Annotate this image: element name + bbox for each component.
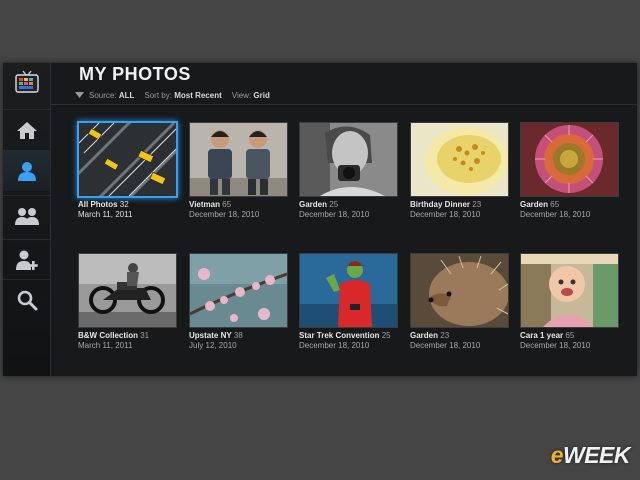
sidebar-item-add-friend[interactable] (3, 239, 50, 280)
album-thumbnail (410, 122, 509, 197)
sidebar-item-friends[interactable] (3, 195, 50, 236)
add-user-icon (15, 250, 38, 270)
album-date: March 11, 2011 (78, 210, 133, 219)
album-title: All Photos 32 (78, 200, 129, 209)
album-tile[interactable]: Cara 1 year 65 December 18, 2010 (519, 253, 622, 363)
album-title: Vietman 65 (189, 200, 232, 209)
album-title: Upstate NY 38 (189, 331, 243, 340)
album-tile[interactable]: Garden 25 December 18, 2010 (298, 122, 401, 232)
album-thumbnail (520, 253, 619, 328)
home-icon (16, 122, 37, 139)
album-date: December 18, 2010 (410, 341, 481, 350)
album-title: Garden 65 (520, 200, 560, 209)
album-date: December 18, 2010 (520, 341, 591, 350)
album-thumbnail (189, 253, 288, 328)
dropdown-arrow-icon[interactable] (75, 92, 84, 98)
sidebar-item-my-photos[interactable] (3, 150, 50, 191)
album-title: Cara 1 year 65 (520, 331, 575, 340)
album-tile[interactable]: B&W Collection 31 March 11, 2011 (77, 253, 180, 363)
album-thumbnail (410, 253, 509, 328)
tv-logo-button[interactable] (3, 63, 50, 101)
album-tile[interactable]: Birthday Dinner 23 December 18, 2010 (409, 122, 512, 232)
sort-label: Sort by: (144, 90, 172, 100)
album-thumbnail (78, 253, 177, 328)
app-window: MY PHOTOS Source: ALL Sort by: Most Rece… (3, 63, 637, 376)
album-tile[interactable]: Vietman 65 December 18, 2010 (188, 122, 291, 232)
album-date: July 12, 2010 (189, 341, 237, 350)
album-date: December 18, 2010 (410, 210, 481, 219)
album-tile[interactable]: All Photos 32 March 11, 2011 (77, 121, 180, 232)
users-icon (14, 208, 39, 225)
album-tile[interactable]: Garden 23 December 18, 2010 (409, 253, 512, 363)
album-date: December 18, 2010 (299, 210, 370, 219)
view-label: View: (231, 90, 252, 100)
album-date: December 18, 2010 (189, 210, 260, 219)
sidebar-item-search[interactable] (3, 279, 50, 320)
eweek-logo: eWEEK (550, 442, 631, 468)
album-thumbnail (299, 253, 398, 328)
filter-bar: Source: ALL Sort by: Most Recent View: G… (75, 88, 280, 102)
view-filter[interactable]: View: Grid (232, 91, 270, 100)
album-tile[interactable]: Star Trek Convention 25 December 18, 201… (298, 253, 401, 363)
album-title: Garden 23 (410, 331, 450, 340)
source-value: ALL (118, 90, 135, 100)
sort-value: Most Recent (174, 90, 222, 100)
view-value: Grid (253, 90, 270, 100)
user-icon (17, 162, 36, 181)
source-filter[interactable]: Source: ALL (89, 91, 134, 100)
album-tile[interactable]: Garden 65 December 18, 2010 (519, 122, 622, 232)
album-thumbnail (189, 122, 288, 197)
main-content: MY PHOTOS Source: ALL Sort by: Most Rece… (51, 63, 637, 376)
album-title: B&W Collection 31 (78, 331, 150, 340)
album-thumbnail (299, 122, 398, 197)
album-tile[interactable]: Upstate NY 38 July 12, 2010 (188, 253, 291, 363)
page-title: MY PHOTOS (79, 64, 191, 84)
header-divider (51, 104, 637, 105)
album-title: Star Trek Convention 25 (299, 331, 391, 340)
source-label: Source: (89, 90, 117, 100)
album-title: Birthday Dinner 23 (410, 200, 482, 209)
sidebar (3, 63, 51, 376)
search-icon (17, 290, 37, 311)
tv-icon (14, 70, 39, 93)
sort-filter[interactable]: Sort by: Most Recent (144, 91, 221, 100)
album-thumbnail (520, 122, 619, 197)
album-date: March 11, 2011 (78, 341, 133, 350)
album-date: December 18, 2010 (520, 210, 591, 219)
album-thumbnail (77, 121, 178, 198)
album-date: December 18, 2010 (299, 341, 370, 350)
sidebar-item-home[interactable] (3, 109, 50, 150)
album-title: Garden 25 (299, 200, 339, 209)
